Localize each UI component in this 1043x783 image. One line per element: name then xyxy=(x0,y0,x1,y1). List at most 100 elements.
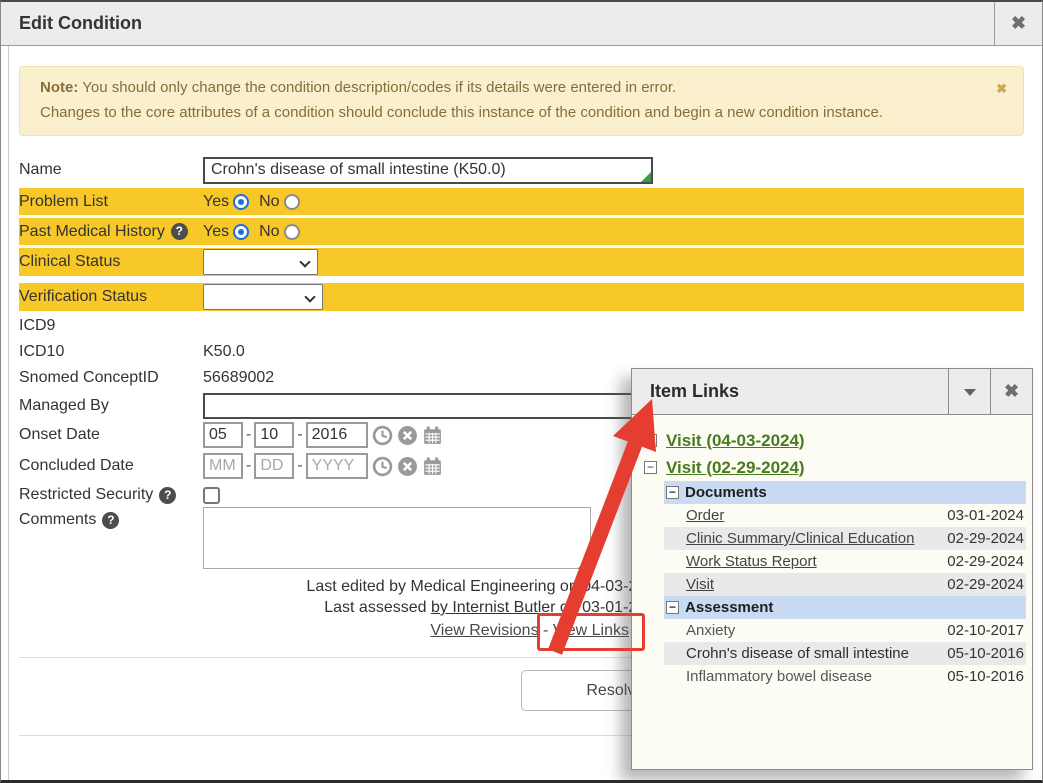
item-links-panel: Item Links ✖ − Visit (04-03-2024) − Visi… xyxy=(631,368,1033,770)
document-link[interactable]: Clinic Summary/Clinical Education xyxy=(686,530,940,547)
snomed-label: Snomed ConceptID xyxy=(19,369,203,387)
icd9-row: ICD9 xyxy=(19,314,1024,338)
problem-list-yes-label: Yes xyxy=(203,193,229,211)
view-links-link[interactable]: View Links xyxy=(553,622,629,639)
concluded-day-input[interactable] xyxy=(254,453,294,479)
pmh-yes-radio[interactable] xyxy=(233,224,249,240)
problem-list-row: Problem List Yes No xyxy=(19,188,1024,215)
problem-list-yes-radio[interactable] xyxy=(233,194,249,210)
icd9-label: ICD9 xyxy=(19,317,203,335)
onset-month-input[interactable] xyxy=(203,422,243,448)
links-separator: - xyxy=(543,622,548,639)
collapse-icon[interactable]: − xyxy=(644,434,657,447)
documents-section-header: − Documents xyxy=(664,481,1026,504)
clinical-status-label: Clinical Status xyxy=(19,253,203,271)
clear-date-icon[interactable] xyxy=(397,456,418,477)
document-row: Visit 02-29-2024 xyxy=(664,573,1026,596)
item-links-body: − Visit (04-03-2024) − Visit (02-29-2024… xyxy=(632,415,1032,688)
dialog-close-button[interactable]: ✖ xyxy=(994,2,1042,45)
problem-list-no-radio[interactable] xyxy=(284,194,300,210)
note-text-1: You should only change the condition des… xyxy=(82,79,676,96)
document-date: 02-29-2024 xyxy=(940,530,1026,547)
restricted-security-checkbox[interactable] xyxy=(203,487,220,504)
clear-date-icon[interactable] xyxy=(397,425,418,446)
verification-status-select[interactable] xyxy=(203,284,323,310)
note-banner: Note: You should only change the conditi… xyxy=(19,66,1024,136)
assessment-row: Anxiety 02-10-2017 xyxy=(664,619,1026,642)
item-links-title: Item Links xyxy=(650,381,739,402)
edit-condition-dialog: Edit Condition ✖ Note: You should only c… xyxy=(0,0,1043,783)
restricted-security-label: Restricted Security xyxy=(19,486,153,504)
pmh-help-icon[interactable] xyxy=(171,223,188,240)
note-line-1: Note: You should only change the conditi… xyxy=(40,79,983,96)
name-resize-grip-icon xyxy=(641,172,651,182)
document-date: 02-29-2024 xyxy=(940,576,1026,593)
calendar-icon[interactable] xyxy=(422,456,443,477)
onset-year-input[interactable] xyxy=(306,422,368,448)
item-links-menu-button[interactable] xyxy=(948,369,990,414)
left-gutter xyxy=(1,46,9,780)
clock-icon[interactable] xyxy=(372,425,393,446)
visit-link-row: − Visit (04-03-2024) xyxy=(644,427,1032,454)
restricted-help-icon[interactable] xyxy=(159,487,176,504)
revision-links-line: View Revisions - View Links xyxy=(201,622,629,640)
document-link[interactable]: Order xyxy=(686,507,940,524)
pmh-no-label: No xyxy=(259,223,279,241)
document-row: Order 03-01-2024 xyxy=(664,504,1026,527)
concluded-year-input[interactable] xyxy=(306,453,368,479)
collapse-icon[interactable]: − xyxy=(644,461,657,474)
name-input[interactable] xyxy=(203,157,653,184)
concluded-month-input[interactable] xyxy=(203,453,243,479)
note-text-2: Changes to the core attributes of a cond… xyxy=(40,104,983,121)
chevron-down-icon xyxy=(299,256,310,267)
onset-date-label: Onset Date xyxy=(19,426,203,444)
assessment-item: Anxiety xyxy=(686,622,940,639)
last-assessed-user-link[interactable]: by Internist Butler xyxy=(431,599,556,616)
pmh-label: Past Medical History xyxy=(19,223,165,241)
item-links-close-button[interactable]: ✖ xyxy=(990,369,1032,414)
dialog-title: Edit Condition xyxy=(19,13,142,34)
collapse-icon[interactable]: − xyxy=(666,486,679,499)
problem-list-label: Problem List xyxy=(19,193,203,211)
assessment-date: 05-10-2016 xyxy=(940,645,1026,662)
last-edited-text: Last edited by Medical Engineering on 04… xyxy=(201,578,664,596)
icd10-label: ICD10 xyxy=(19,343,203,361)
visit-link-row: − Visit (02-29-2024) xyxy=(644,454,1032,481)
date-separator xyxy=(246,426,251,444)
visit-link[interactable]: Visit (04-03-2024) xyxy=(666,431,805,451)
clinical-status-select[interactable] xyxy=(203,249,318,275)
document-link[interactable]: Work Status Report xyxy=(686,553,940,570)
name-label: Name xyxy=(19,161,203,179)
date-separator xyxy=(246,457,251,475)
resize-grip-icon xyxy=(578,559,588,569)
snomed-value: 56689002 xyxy=(203,369,274,387)
comments-area xyxy=(203,507,591,574)
view-revisions-link[interactable]: View Revisions xyxy=(430,622,538,639)
icd10-row: ICD10 K50.0 xyxy=(19,340,1024,364)
caret-down-icon xyxy=(964,389,976,396)
note-dismiss-icon[interactable]: ✖ xyxy=(996,81,1007,97)
pmh-no-radio[interactable] xyxy=(284,224,300,240)
visit-link[interactable]: Visit (02-29-2024) xyxy=(666,458,805,478)
clock-icon[interactable] xyxy=(372,456,393,477)
verification-status-label: Verification Status xyxy=(19,288,203,306)
date-separator xyxy=(297,426,302,444)
comments-help-icon[interactable] xyxy=(102,512,119,529)
date-separator xyxy=(297,457,302,475)
concluded-date-label: Concluded Date xyxy=(19,457,203,475)
onset-day-input[interactable] xyxy=(254,422,294,448)
document-row: Clinic Summary/Clinical Education 02-29-… xyxy=(664,527,1026,550)
icd10-value: K50.0 xyxy=(203,343,245,361)
clinical-status-row: Clinical Status xyxy=(19,248,1024,276)
collapse-icon[interactable]: − xyxy=(666,601,679,614)
comments-label: Comments xyxy=(19,511,96,529)
document-date: 02-29-2024 xyxy=(940,553,1026,570)
last-assessed-prefix: Last assessed xyxy=(324,599,431,616)
pmh-row: Past Medical History Yes No xyxy=(19,218,1024,245)
calendar-icon[interactable] xyxy=(422,425,443,446)
assessment-item: Inflammatory bowel disease xyxy=(686,668,940,685)
managed-by-label: Managed By xyxy=(19,397,203,415)
assessment-item-current: Crohn's disease of small intestine xyxy=(686,645,940,662)
comments-textarea[interactable] xyxy=(203,507,591,569)
document-link[interactable]: Visit xyxy=(686,576,940,593)
